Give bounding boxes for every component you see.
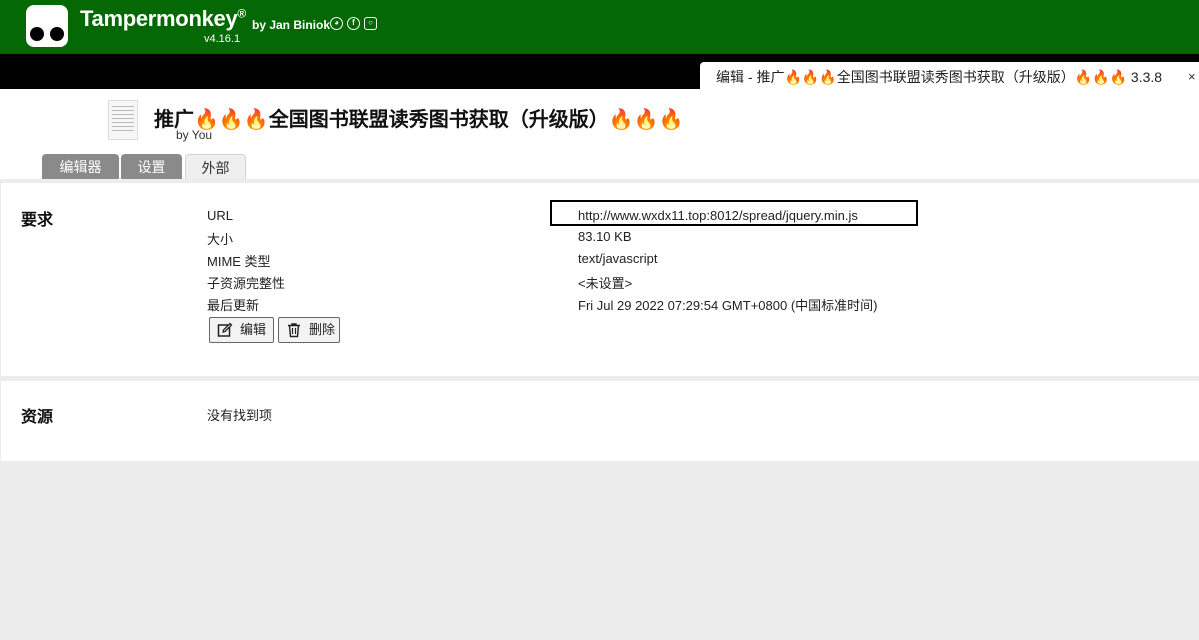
size-label: 大小 xyxy=(207,232,234,247)
app-author: by Jan Biniok xyxy=(252,18,331,32)
resources-heading: 资源 xyxy=(21,409,54,426)
tab-settings[interactable]: 设置 xyxy=(121,154,182,179)
mime-label: MIME 类型 xyxy=(207,254,271,269)
url-label: URL xyxy=(207,208,234,223)
app-header: Tampermonkey® by Jan Biniok v4.16.1 ◕ f … xyxy=(0,0,1199,54)
last-updated-value: Fri Jul 29 2022 07:29:54 GMT+0800 (中国标准时… xyxy=(578,298,878,313)
app-version: v4.16.1 xyxy=(204,33,241,45)
url-highlight-box xyxy=(550,200,918,226)
sri-value: <未设置> xyxy=(578,276,633,291)
editor-tab-title: 编辑 - 推广🔥🔥🔥全国图书联盟读秀图书获取（升级版）🔥🔥🔥 3.3.8 xyxy=(716,69,1163,85)
editor-tab[interactable]: 编辑 - 推广🔥🔥🔥全国图书联盟读秀图书获取（升级版）🔥🔥🔥 3.3.8 × xyxy=(700,62,1199,92)
delete-button-label: 删除 xyxy=(309,322,336,337)
script-title: 推广🔥🔥🔥全国图书联盟读秀图书获取（升级版）🔥🔥🔥 xyxy=(154,109,684,131)
github-icon[interactable]: ◕ xyxy=(330,17,343,30)
resources-empty-text: 没有找到项 xyxy=(207,408,273,423)
facebook-icon[interactable]: f xyxy=(347,17,360,30)
requires-heading: 要求 xyxy=(21,212,54,229)
edit-button[interactable]: 编辑 xyxy=(209,317,274,343)
script-icon xyxy=(108,100,138,140)
edit-icon xyxy=(217,322,233,346)
trash-icon xyxy=(286,322,302,346)
tab-editor[interactable]: 编辑器 xyxy=(42,154,119,179)
sri-label: 子资源完整性 xyxy=(207,276,286,291)
edit-button-label: 编辑 xyxy=(240,322,267,337)
instagram-icon[interactable]: ○ xyxy=(364,17,377,30)
resources-panel xyxy=(1,381,1199,461)
last-updated-label: 最后更新 xyxy=(207,298,260,313)
app-name[interactable]: Tampermonkey® xyxy=(80,6,246,32)
tampermonkey-logo-icon[interactable] xyxy=(26,5,68,47)
delete-button[interactable]: 删除 xyxy=(278,317,340,343)
tab-externals[interactable]: 外部 xyxy=(185,154,246,179)
script-author: by You xyxy=(176,128,213,142)
mime-value: text/javascript xyxy=(578,251,658,266)
close-tab-icon[interactable]: × xyxy=(1188,62,1196,92)
size-value: 83.10 KB xyxy=(578,229,632,244)
